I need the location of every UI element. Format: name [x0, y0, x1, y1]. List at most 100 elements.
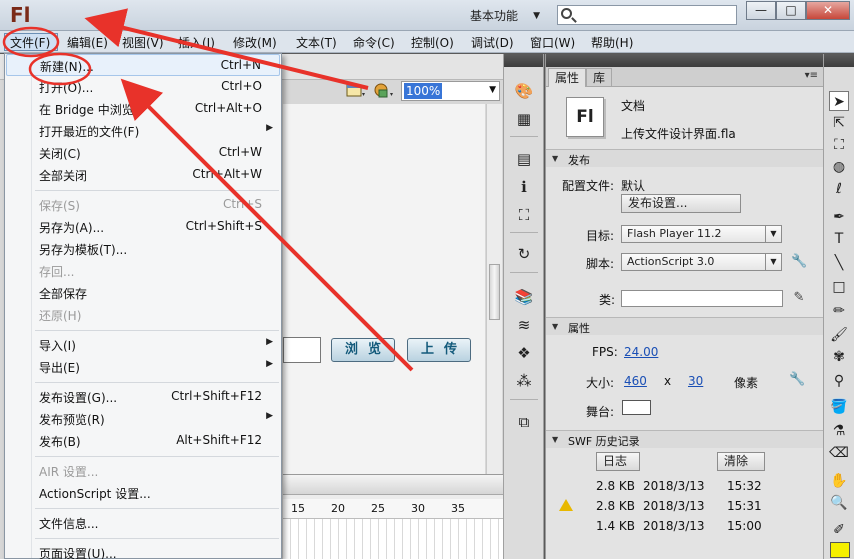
stroke-color-icon[interactable]: ✐	[829, 520, 849, 540]
color-panel-icon[interactable]: 🎨	[514, 81, 534, 101]
clear-button[interactable]: 清除	[717, 452, 765, 471]
menu-item-label: 在 Bridge 中浏览	[39, 103, 134, 117]
close-button[interactable]: ✕	[806, 1, 850, 20]
menu-edit[interactable]: 编辑(E)	[67, 34, 108, 51]
3d-rotation-tool-icon[interactable]: ◍	[829, 157, 849, 177]
menu-file[interactable]: 文件(F)	[10, 34, 50, 51]
menu-control[interactable]: 控制(O)	[411, 34, 454, 51]
menu-item-export[interactable]: 导出(E) ▶	[6, 356, 280, 378]
edit-class-pencil-icon[interactable]: ✎	[791, 290, 807, 306]
help-search-box[interactable]	[557, 5, 737, 25]
fill-color-swatch[interactable]	[830, 542, 850, 558]
tab-properties[interactable]: 属性	[548, 68, 587, 87]
scrollbar-thumb[interactable]	[489, 264, 500, 320]
menu-item-file-info[interactable]: 文件信息...	[6, 512, 280, 534]
class-input[interactable]	[621, 290, 783, 307]
section-properties[interactable]: ▼ 属性	[546, 317, 824, 335]
workspace-switcher[interactable]: 基本功能 ▼	[464, 6, 546, 26]
components-panel-icon[interactable]: ❖	[514, 343, 534, 363]
hand-tool-icon[interactable]: ✋	[829, 471, 849, 491]
menu-item-close-all[interactable]: 全部关闭 Ctrl+Alt+W	[6, 164, 280, 186]
pencil-tool-icon[interactable]: ✏	[829, 301, 849, 321]
brush-tool-icon[interactable]: 🖌	[829, 325, 849, 345]
stage-height-value[interactable]: 30	[688, 374, 703, 388]
menu-item-publish[interactable]: 发布(B) Alt+Shift+F12	[6, 430, 280, 452]
menu-item-publish-preview[interactable]: 发布预览(R) ▶	[6, 408, 280, 430]
maximize-button[interactable]: □	[776, 1, 806, 20]
text-tool-icon[interactable]: T	[829, 229, 849, 249]
target-select[interactable]: Flash Player 11.2 ▼	[621, 225, 782, 243]
stage-canvas[interactable]	[283, 104, 485, 514]
menu-item-new[interactable]: 新建(N)... Ctrl+N	[6, 54, 280, 76]
transform-panel-icon[interactable]: ⛶	[514, 205, 534, 225]
menu-view[interactable]: 视图(V)	[122, 34, 164, 51]
align-panel-icon[interactable]: ▤	[514, 149, 534, 169]
menu-help[interactable]: 帮助(H)	[591, 34, 633, 51]
bone-tool-icon[interactable]: ⚲	[829, 371, 849, 391]
menu-modify[interactable]: 修改(M)	[233, 34, 277, 51]
edit-scene-icon[interactable]	[344, 81, 366, 101]
tools-header[interactable]	[824, 54, 854, 67]
vertical-scrollbar[interactable]	[486, 104, 502, 509]
menu-item-save-as-template[interactable]: 另存为模板(T)...	[6, 238, 280, 260]
motion-presets-icon[interactable]: ↻	[514, 244, 534, 264]
menu-item-save-all[interactable]: 全部保存	[6, 282, 280, 304]
menu-item-open-recent[interactable]: 打开最近的文件(F) ▶	[6, 120, 280, 142]
menu-item-page-setup[interactable]: 页面设置(U)...	[6, 542, 280, 559]
minimize-button[interactable]: —	[746, 1, 776, 20]
selection-tool-icon[interactable]: ➤	[829, 91, 849, 111]
stage-upload-button[interactable]: 上传	[407, 338, 471, 362]
menu-item-close[interactable]: 关闭(C) Ctrl+W	[6, 142, 280, 164]
lasso-tool-icon[interactable]: ℓ	[829, 179, 849, 199]
dock-header[interactable]	[504, 54, 543, 67]
zoom-tool-icon[interactable]: 🔍	[829, 493, 849, 513]
menu-item-browse-bridge[interactable]: 在 Bridge 中浏览 Ctrl+Alt+O	[6, 98, 280, 120]
paint-bucket-tool-icon[interactable]: 🪣	[829, 397, 849, 417]
menu-item-publish-settings[interactable]: 发布设置(G)... Ctrl+Shift+F12	[6, 386, 280, 408]
menu-debug[interactable]: 调试(D)	[471, 34, 514, 51]
publish-settings-button[interactable]: 发布设置...	[621, 194, 741, 213]
section-publish[interactable]: ▼ 发布	[546, 149, 824, 167]
menu-item-actionscript-settings[interactable]: ActionScript 设置...	[6, 482, 280, 504]
panel-title-bar[interactable]	[546, 54, 824, 67]
actions-panel-icon[interactable]: ≋	[514, 315, 534, 335]
fps-value[interactable]: 24.00	[624, 345, 658, 359]
tab-library[interactable]: 库	[586, 68, 613, 87]
menu-item-save-as[interactable]: 另存为(A)... Ctrl+Shift+S	[6, 216, 280, 238]
stage-text-field[interactable]	[283, 337, 321, 363]
panel-menu-icon[interactable]: ▾≡	[805, 70, 818, 81]
menu-commands[interactable]: 命令(C)	[353, 34, 395, 51]
stage-color-swatch[interactable]	[622, 400, 651, 415]
size-settings-wrench-icon[interactable]: 🔧	[789, 372, 805, 388]
log-button[interactable]: 日志	[596, 452, 640, 471]
eraser-tool-icon[interactable]: ⌫	[829, 443, 849, 463]
dock-separator	[510, 272, 538, 273]
menu-text[interactable]: 文本(T)	[296, 34, 337, 51]
timeline-frames[interactable]	[283, 519, 503, 559]
section-swf-history[interactable]: ▼ SWF 历史记录	[546, 430, 824, 448]
rectangle-tool-icon[interactable]: □	[829, 277, 849, 297]
library-panel-icon[interactable]: 📚	[514, 287, 534, 307]
stage-width-value[interactable]: 460	[624, 374, 647, 388]
info-panel-icon[interactable]: ℹ	[514, 177, 534, 197]
help-search-input[interactable]	[576, 7, 734, 23]
subselection-tool-icon[interactable]: ⇱	[829, 113, 849, 133]
zoom-select[interactable]: 100% ▼	[401, 81, 500, 101]
menu-item-open[interactable]: 打开(O)... Ctrl+O	[6, 76, 280, 98]
swatches-panel-icon[interactable]: ▦	[514, 109, 534, 129]
deco-tool-icon[interactable]: ✾	[829, 347, 849, 367]
menu-insert[interactable]: 插入(I)	[178, 34, 215, 51]
scene-panel-icon[interactable]: ⧉	[514, 412, 534, 432]
script-select[interactable]: ActionScript 3.0 ▼	[621, 253, 782, 271]
menu-item-import[interactable]: 导入(I) ▶	[6, 334, 280, 356]
edit-symbols-icon[interactable]	[372, 81, 394, 101]
timeline-ruler[interactable]: 15 20 25 30 35	[283, 499, 503, 519]
line-tool-icon[interactable]: ╲	[829, 253, 849, 273]
behaviors-panel-icon[interactable]: ⁂	[514, 371, 534, 391]
script-settings-wrench-icon[interactable]: 🔧	[791, 254, 807, 270]
menu-window[interactable]: 窗口(W)	[530, 34, 575, 51]
free-transform-tool-icon[interactable]: ⛶	[829, 135, 849, 155]
pen-tool-icon[interactable]: ✒	[829, 207, 849, 227]
eyedropper-tool-icon[interactable]: ⚗	[829, 421, 849, 441]
stage-browse-button[interactable]: 浏览	[331, 338, 395, 362]
